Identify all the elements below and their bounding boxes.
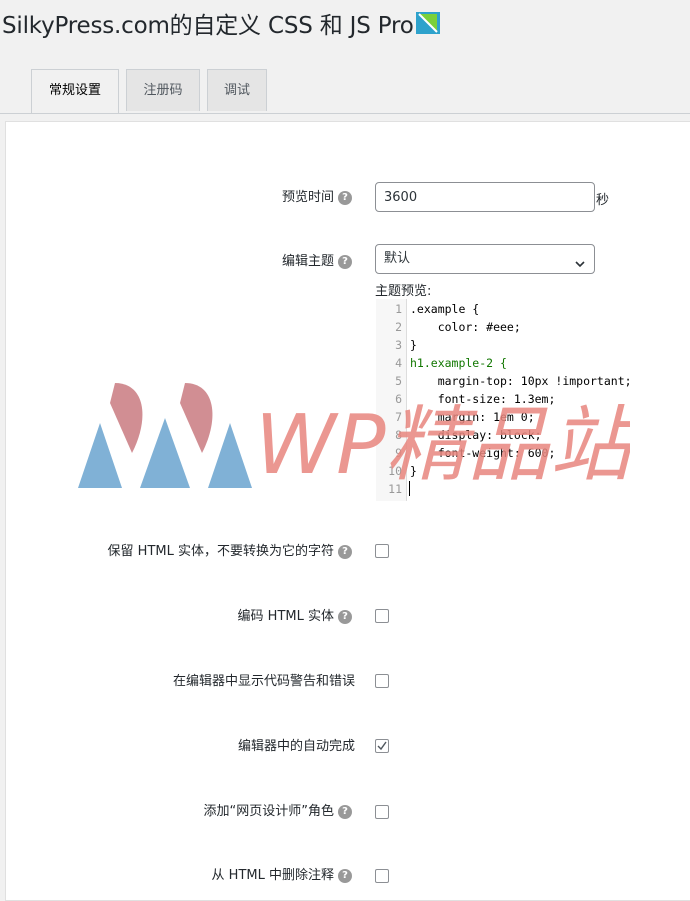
code-line: .example { [410, 302, 480, 316]
keep-html-entities-checkbox[interactable] [375, 544, 389, 558]
option-label: 编辑器中的自动完成 [237, 739, 355, 754]
line-number: 6 [395, 392, 402, 406]
line-number: 8 [395, 428, 402, 442]
editor-theme-label: 编辑主题? [282, 250, 352, 269]
help-icon[interactable]: ? [338, 869, 352, 883]
page-title-text: SilkyPress.com的自定义 CSS 和 JS Pro [2, 13, 414, 39]
editor-theme-select[interactable]: 默认 [375, 244, 595, 274]
line-number: 1 [395, 302, 402, 316]
show-code-warnings-checkbox[interactable] [375, 674, 389, 688]
preview-time-input[interactable] [375, 182, 595, 212]
editor-theme-label-row: 编辑主题? [0, 250, 352, 270]
checkmark-icon [377, 741, 387, 751]
checkbox-row-label: 在编辑器中显示代码警告和错误 [0, 670, 355, 690]
checkbox-row-label: 编辑器中的自动完成 [0, 735, 355, 755]
checkbox-row-label: 保留 HTML 实体，不要转换为它的字符? [0, 540, 352, 560]
line-number: 9 [395, 446, 402, 460]
web-designer-role-checkbox[interactable] [375, 805, 389, 819]
code-line: } [410, 338, 417, 352]
code-line: color: #eee; [410, 320, 521, 334]
tab-bar: 常规设置 注册码 调试 [0, 69, 690, 114]
editor-theme-selected: 默认 [384, 251, 411, 266]
code-line: } [410, 464, 417, 478]
line-number: 3 [395, 338, 402, 352]
help-icon[interactable]: ? [338, 545, 352, 559]
tab-label: 注册码 [143, 83, 183, 98]
tab-general-settings[interactable]: 常规设置 [31, 69, 119, 113]
preview-time-label-row: 预览时间? [0, 186, 352, 206]
line-number: 11 [388, 482, 402, 496]
remove-html-comments-checkbox[interactable] [375, 869, 389, 883]
code-line: h1.example-2 { [410, 356, 507, 370]
tab-label: 调试 [223, 83, 250, 98]
line-number: 7 [395, 410, 402, 424]
text-cursor [409, 481, 410, 496]
option-label: 添加“网页设计师”角色 [203, 804, 334, 819]
pro-badge-icon [415, 10, 441, 42]
tab-license-key[interactable]: 注册码 [126, 69, 200, 111]
code-editor-preview[interactable]: 1 2 3 4 5 6 7 8 9 10 11 .example { color… [376, 299, 690, 501]
help-icon[interactable]: ? [338, 255, 352, 269]
preview-time-unit: 秒 [596, 193, 610, 208]
checkbox-row-label: 添加“网页设计师”角色? [0, 800, 352, 820]
tab-label: 常规设置 [48, 83, 101, 98]
code-line: margin: 1em 0; [410, 410, 535, 424]
settings-panel [5, 121, 690, 901]
line-number: 2 [395, 320, 402, 334]
preview-time-label: 预览时间? [282, 186, 352, 205]
chevron-down-icon [574, 253, 586, 281]
code-line: display: block; [410, 428, 542, 442]
line-number: 4 [395, 356, 402, 370]
encode-html-entities-checkbox[interactable] [375, 609, 389, 623]
help-icon[interactable]: ? [338, 191, 352, 205]
help-icon[interactable]: ? [338, 805, 352, 819]
theme-preview-label: 主题预览: [375, 284, 432, 299]
autocomplete-checkbox[interactable] [375, 739, 389, 753]
checkbox-row-label: 编码 HTML 实体? [0, 605, 352, 625]
option-label: 在编辑器中显示代码警告和错误 [172, 674, 355, 689]
line-number: 5 [395, 374, 402, 388]
option-label: 保留 HTML 实体，不要转换为它的字符 [107, 544, 334, 559]
code-line: font-weight: 600; [410, 446, 556, 460]
page-title: SilkyPress.com的自定义 CSS 和 JS Pro [2, 6, 441, 42]
help-icon[interactable]: ? [338, 610, 352, 624]
option-label: 编码 HTML 实体 [237, 609, 334, 624]
line-number: 10 [388, 464, 402, 478]
checkbox-row-label: 从 HTML 中删除注释? [0, 864, 352, 884]
tab-debug[interactable]: 调试 [207, 69, 267, 111]
code-line: font-size: 1.3em; [410, 392, 556, 406]
code-line: margin-top: 10px !important; [410, 374, 632, 388]
